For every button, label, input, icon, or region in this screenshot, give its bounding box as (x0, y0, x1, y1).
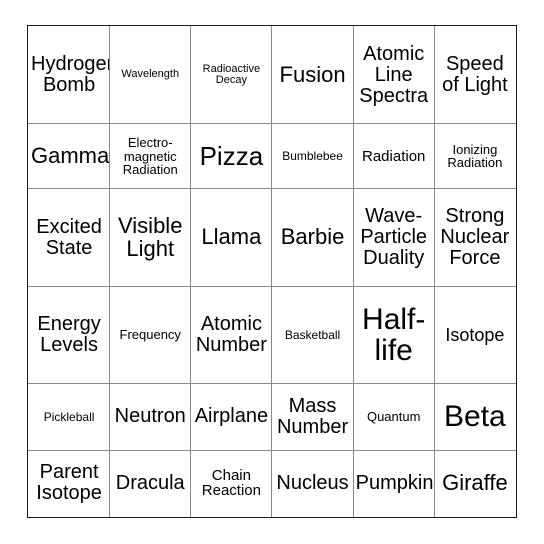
bingo-cell[interactable]: Frequency (109, 285, 192, 385)
bingo-cell-label: Wavelength (121, 68, 180, 81)
bingo-cell-label: Gamma (31, 142, 110, 168)
bingo-cell-label: Quantum (366, 409, 421, 425)
bingo-cell-label: Neutron (114, 405, 186, 428)
bingo-cell[interactable]: Visible Light (109, 188, 192, 287)
bingo-cell[interactable]: Quantum (352, 383, 435, 451)
bingo-cell[interactable]: Atomic Line Spectra (352, 26, 435, 125)
bingo-cell[interactable]: Airplane (190, 383, 273, 451)
bingo-cell-label: Bumblebee (282, 149, 343, 164)
bingo-cell-label: Electro-magnetic Radiation (122, 135, 178, 178)
bingo-cell[interactable]: Radioactive Decay (190, 26, 273, 125)
bingo-cell-label: Chain Reaction (201, 466, 261, 500)
bingo-cell[interactable]: Gamma (28, 123, 111, 190)
bingo-cell-label: Dracula (115, 471, 185, 494)
bingo-cell-label: Airplane (194, 405, 269, 428)
bingo-cell[interactable]: Pizza (190, 123, 273, 190)
bingo-cell-label: Pumpkin (355, 471, 434, 494)
bingo-card: Hydrogen Bomb Wavelength Radioactive Decay… (27, 25, 517, 518)
bingo-cell[interactable]: Pickleball (28, 383, 111, 451)
bingo-cell-label: Nucleus (276, 471, 349, 494)
bingo-cell[interactable]: Neutron (109, 383, 192, 451)
bingo-cell[interactable]: Bumblebee (271, 123, 354, 190)
bingo-cell-label: Half-life (362, 302, 426, 367)
bingo-cell[interactable]: Atomic Number (190, 285, 273, 385)
bingo-cell[interactable]: Beta (433, 383, 516, 451)
bingo-cell-label: Frequency (119, 327, 181, 343)
bingo-cell[interactable]: Basketball (271, 285, 354, 385)
bingo-cell-label: Basketball (284, 327, 341, 342)
bingo-cell[interactable]: Fusion (271, 26, 354, 125)
bingo-row: Gamma Electro-magnetic Radiation Pizza Bumb… (28, 123, 516, 190)
bingo-cell-label: Speed of Light (442, 53, 508, 97)
bingo-cell-label: Pizza (199, 140, 264, 171)
bingo-cell-label: Radiation (362, 147, 426, 165)
bingo-cell-label: Energy Levels (37, 313, 101, 356)
bingo-cell-label: Wave-Particle Duality (360, 205, 428, 269)
bingo-cell-label: Atomic Line Spectra (359, 43, 429, 107)
bingo-cell[interactable]: Giraffe (433, 449, 516, 517)
bingo-cell[interactable]: Radiation (352, 123, 435, 190)
bingo-cell-label: Beta (444, 400, 506, 434)
bingo-cell-label: Ionizing Radiation (447, 141, 503, 171)
bingo-cell[interactable]: Pumpkin (352, 449, 435, 517)
bingo-grid-body: Hydrogen Bomb Wavelength Radioactive Decay… (28, 26, 516, 517)
bingo-row: Energy Levels Frequency Atomic Number Baske… (28, 285, 516, 385)
bingo-cell[interactable]: Chain Reaction (190, 449, 273, 517)
bingo-cell-label: Atomic Number (195, 313, 267, 356)
bingo-cell-label: Mass Number (276, 395, 349, 438)
bingo-cell-label: Visible Light (118, 212, 183, 261)
bingo-cell-label: Fusion (279, 61, 346, 87)
bingo-cell[interactable]: Speed of Light (433, 26, 516, 125)
bingo-cell[interactable]: Llama (190, 188, 273, 287)
bingo-cell[interactable]: Dracula (109, 449, 192, 517)
bingo-cell[interactable]: Isotope (433, 285, 516, 385)
bingo-cell[interactable]: Mass Number (271, 383, 354, 451)
bingo-cell[interactable]: Wave-Particle Duality (352, 188, 435, 287)
bingo-cell[interactable]: Strong Nuclear Force (433, 188, 516, 287)
bingo-cell[interactable]: Hydrogen Bomb (28, 26, 111, 125)
bingo-row: Excited State Visible Light Llama Barbie Wav… (28, 188, 516, 287)
bingo-cell[interactable]: Energy Levels (28, 285, 111, 385)
bingo-cell[interactable]: Electro-magnetic Radiation (109, 123, 192, 190)
bingo-row: Parent Isotope Dracula Chain Reaction Nucle… (28, 449, 516, 517)
bingo-cell-label: Giraffe (442, 469, 508, 495)
bingo-cell[interactable]: Excited State (28, 188, 111, 287)
bingo-cell[interactable]: Nucleus (271, 449, 354, 517)
bingo-cell[interactable]: Half-life (352, 285, 435, 385)
bingo-cell-label: Parent Isotope (36, 461, 102, 505)
bingo-cell[interactable]: Wavelength (109, 26, 192, 125)
bingo-cell-label: Llama (201, 224, 262, 250)
bingo-cell[interactable]: Parent Isotope (28, 449, 111, 517)
bingo-cell-label: Strong Nuclear Force (440, 205, 510, 269)
bingo-row: Pickleball Neutron Airplane Mass Number Quan… (28, 383, 516, 451)
bingo-cell[interactable]: Barbie (271, 188, 354, 287)
bingo-grid: Hydrogen Bomb Wavelength Radioactive Decay… (28, 26, 516, 517)
bingo-cell-label: Isotope (445, 324, 505, 345)
bingo-cell-label: Hydrogen Bomb (31, 53, 110, 97)
bingo-cell-label: Barbie (280, 224, 345, 250)
bingo-cell-label: Excited State (36, 215, 102, 259)
bingo-cell[interactable]: Ionizing Radiation (433, 123, 516, 190)
bingo-cell-label: Radioactive Decay (202, 62, 261, 87)
bingo-cell-label: Pickleball (43, 409, 95, 424)
bingo-row: Hydrogen Bomb Wavelength Radioactive Decay… (28, 26, 516, 125)
